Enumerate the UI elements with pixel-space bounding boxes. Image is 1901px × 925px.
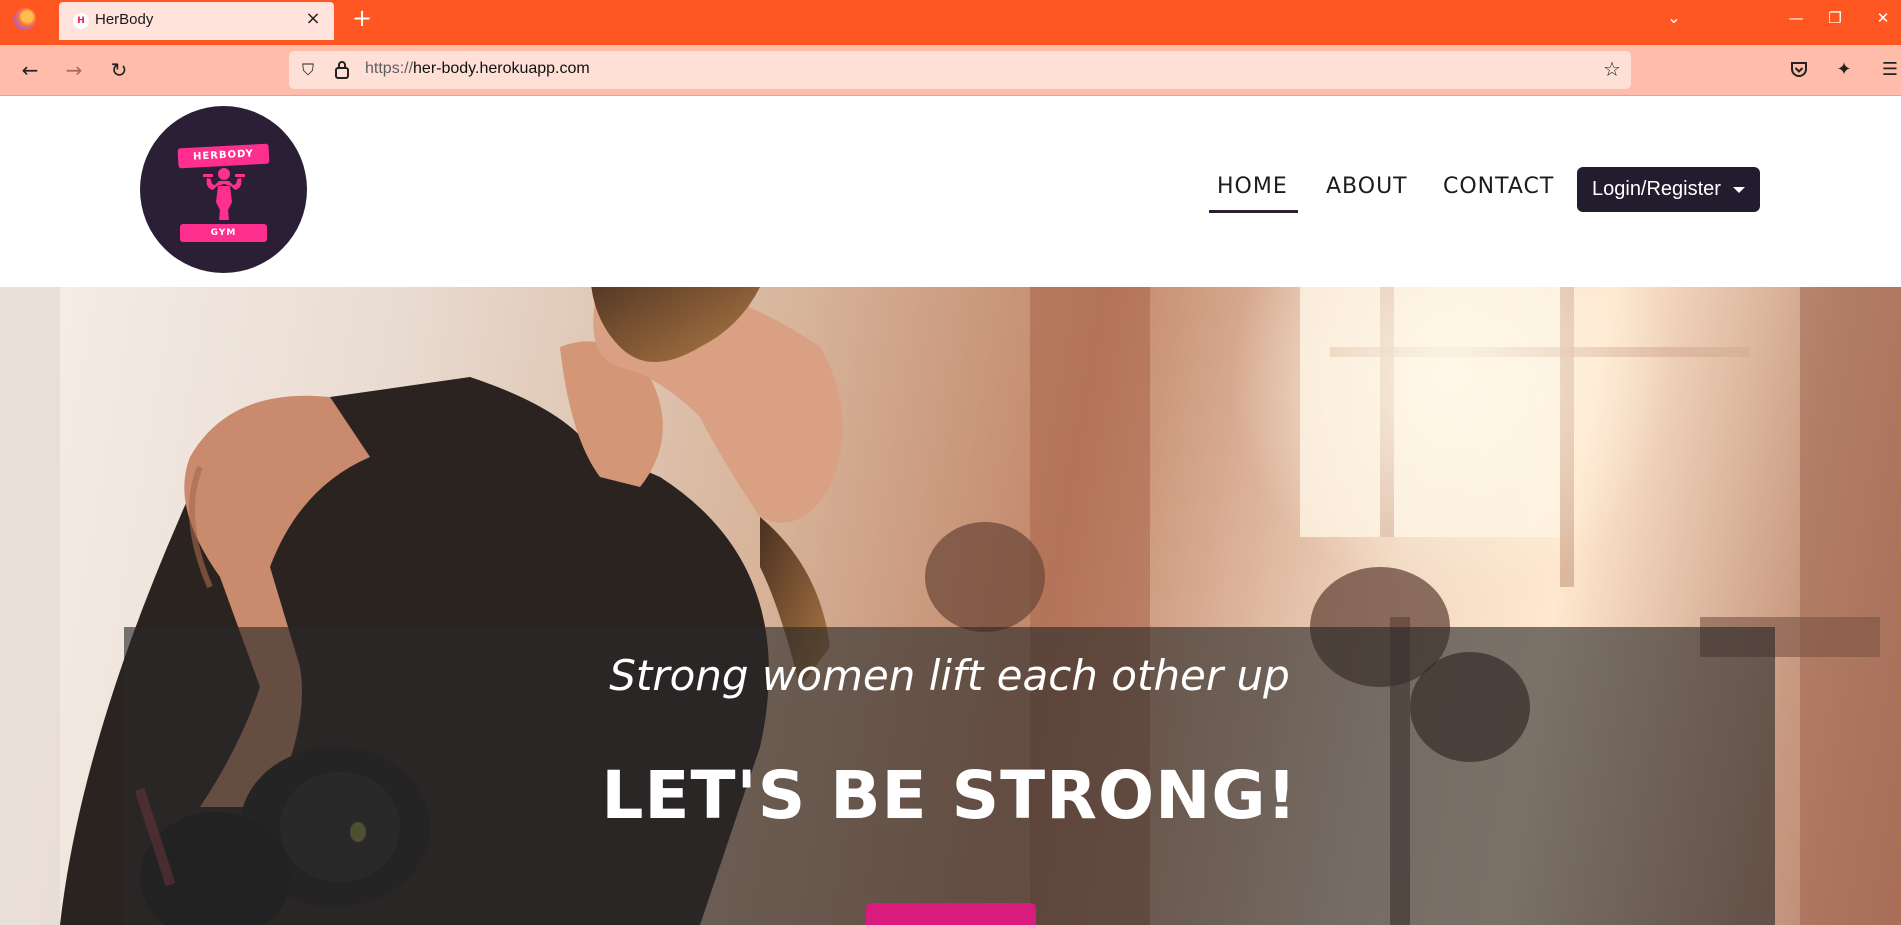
hero-heading: LET'S BE STRONG! <box>601 757 1298 834</box>
herbody-logo[interactable]: HERBODY GYM <box>140 106 307 273</box>
list-tabs-chevron-icon[interactable]: ⌄ <box>1662 6 1686 30</box>
hero-tagline: Strong women lift each other up <box>609 651 1290 700</box>
menu-icon[interactable]: ☰ <box>1875 55 1901 85</box>
browser-tab-strip: H HerBody × + ⌄ — ❐ ✕ <box>0 0 1901 45</box>
extensions-icon[interactable]: ✦ <box>1829 55 1859 85</box>
new-tab-button[interactable]: + <box>350 5 374 33</box>
firefox-icon[interactable] <box>14 8 36 30</box>
nav-link-about[interactable]: ABOUT <box>1326 167 1408 207</box>
caret-down-icon <box>1733 187 1745 193</box>
pocket-icon[interactable] <box>1784 55 1814 85</box>
browser-toolbar: ← → ↻ ⛉ https://her-body.herokuapp.com ☆… <box>0 45 1901 96</box>
lock-icon[interactable] <box>332 60 352 80</box>
login-register-dropdown-button[interactable]: Login/Register <box>1577 167 1760 212</box>
hero-text-overlay: Strong women lift each other up LET'S BE… <box>124 627 1775 925</box>
flexing-woman-icon <box>203 168 245 220</box>
bookmark-star-icon[interactable]: ☆ <box>1601 58 1623 80</box>
site-header: HERBODY GYM HOME ABOUT CONTACT Login/Reg… <box>0 97 1901 287</box>
address-bar[interactable]: ⛉ https://her-body.herokuapp.com ☆ <box>289 51 1631 89</box>
tracking-shield-icon[interactable]: ⛉ <box>298 60 318 80</box>
logo-ribbon-bottom: GYM <box>180 224 267 242</box>
back-button[interactable]: ← <box>15 55 45 85</box>
logo-ribbon-top: HERBODY <box>177 143 270 169</box>
url-host: her-body.herokuapp.com <box>413 60 590 77</box>
hero-cta-button[interactable] <box>866 903 1036 925</box>
close-tab-icon[interactable]: × <box>302 8 324 30</box>
herbody-favicon-icon: H <box>73 13 89 29</box>
reload-button[interactable]: ↻ <box>104 55 134 85</box>
restore-window-button[interactable]: ❐ <box>1812 4 1858 32</box>
tab-title: HerBody <box>95 11 154 28</box>
forward-button[interactable]: → <box>59 55 89 85</box>
nav-link-home[interactable]: HOME <box>1209 167 1298 213</box>
login-register-label: Login/Register <box>1592 178 1721 200</box>
url-scheme: https:// <box>365 60 414 77</box>
browser-tab[interactable]: H HerBody × <box>59 2 334 40</box>
url-text[interactable]: https://her-body.herokuapp.com <box>365 60 590 78</box>
nav-link-contact[interactable]: CONTACT <box>1443 167 1554 207</box>
hero-section: Strong women lift each other up LET'S BE… <box>0 287 1901 925</box>
close-window-button[interactable]: ✕ <box>1860 4 1901 32</box>
